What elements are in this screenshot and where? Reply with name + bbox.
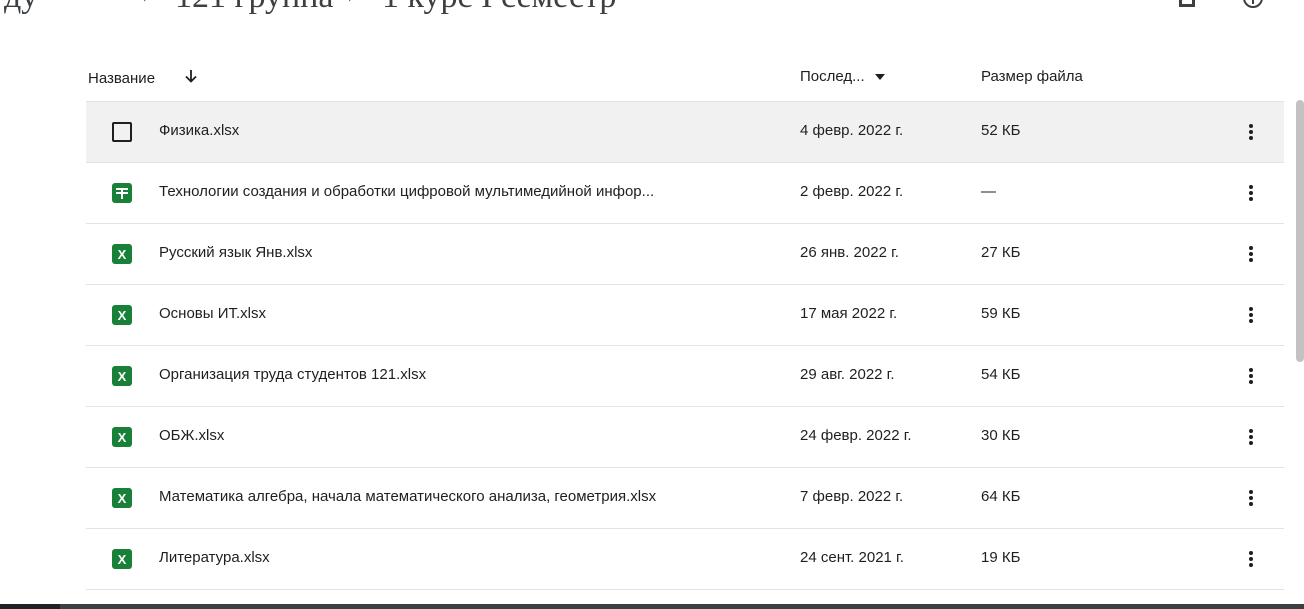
excel-icon: X [112,488,132,508]
drive-folder-page: ду › 121 группа › 1 курс I семестр Назва… [0,0,1304,609]
file-size: 54 КБ [981,366,1021,383]
file-modified: 24 февр. 2022 г. [800,427,912,444]
column-header-size-label: Размер файла [981,68,1083,85]
breadcrumb-fragment: ду [4,0,38,16]
excel-icon: X [112,549,132,569]
checkbox-icon[interactable] [112,122,132,142]
file-list: Физика.xlsx 4 февр. 2022 г. 52 КБ Технол… [86,101,1284,590]
table-row[interactable]: X ОБЖ.xlsx 24 февр. 2022 г. 30 КБ [86,407,1284,468]
breadcrumb-item-course[interactable]: 1 курс I семестр [382,0,616,16]
column-header-modified[interactable]: Послед... [800,68,885,85]
table-header: Название Послед... Размер файла [88,66,1278,90]
file-modified: 7 февр. 2022 г. [800,488,904,505]
more-vert-icon[interactable] [1242,120,1260,144]
file-modified: 4 февр. 2022 г. [800,122,904,139]
file-modified: 29 авг. 2022 г. [800,366,895,383]
file-modified: 24 сент. 2021 г. [800,549,904,566]
excel-icon: X [112,427,132,447]
chevron-right-icon: › [142,0,151,9]
file-name: Русский язык Янв.xlsx [159,244,313,261]
table-row[interactable]: X Организация труда студентов 121.xlsx 2… [86,346,1284,407]
file-size: 19 КБ [981,549,1021,566]
file-size: 52 КБ [981,122,1021,139]
breadcrumb-item-group[interactable]: 121 группа [175,0,333,16]
file-name: ОБЖ.xlsx [159,427,225,444]
file-size: 64 КБ [981,488,1021,505]
more-vert-icon[interactable] [1242,425,1260,449]
arrow-down-icon[interactable] [183,68,199,88]
excel-icon: X [112,366,132,386]
column-header-size[interactable]: Размер файла [981,68,1083,85]
file-name: Технологии создания и обработки цифровой… [159,183,655,200]
grid-view-icon[interactable] [1176,0,1198,12]
column-header-modified-label: Послед... [800,68,865,85]
excel-icon: X [112,305,132,325]
file-name: Организация труда студентов 121.xlsx [159,366,427,383]
file-name: Основы ИТ.xlsx [159,305,266,322]
more-vert-icon[interactable] [1242,547,1260,571]
chevron-right-icon: › [347,0,356,9]
table-row[interactable]: X Основы ИТ.xlsx 17 мая 2022 г. 59 КБ [86,285,1284,346]
vertical-scrollbar[interactable] [1296,100,1304,362]
excel-icon: X [112,244,132,264]
table-row[interactable]: X Математика алгебра, начала математичес… [86,468,1284,529]
more-vert-icon[interactable] [1242,486,1260,510]
breadcrumb: ду › 121 группа › 1 курс I семестр [0,0,1304,22]
file-size: 30 КБ [981,427,1021,444]
table-row[interactable]: X Русский язык Янв.xlsx 26 янв. 2022 г. … [86,224,1284,285]
more-vert-icon[interactable] [1242,364,1260,388]
column-header-name-label: Название [88,69,156,87]
caret-down-icon [874,73,885,80]
more-vert-icon[interactable] [1242,181,1260,205]
file-modified: 26 янв. 2022 г. [800,244,899,261]
column-header-name[interactable]: Название [88,68,199,88]
file-list-card: Название Послед... Размер файла Физика.x… [60,20,1304,590]
file-modified: 2 февр. 2022 г. [800,183,904,200]
file-modified: 17 мая 2022 г. [800,305,898,322]
file-name: Математика алгебра, начала математическо… [159,488,657,505]
file-name: Физика.xlsx [159,122,240,139]
file-size: 59 КБ [981,305,1021,322]
google-sheets-icon [112,183,132,203]
table-row[interactable]: X Литература.xlsx 24 сент. 2021 г. 19 КБ [86,529,1284,590]
taskbar-edge [0,604,1304,609]
top-toolbar [1176,0,1264,20]
table-row[interactable]: Технологии создания и обработки цифровой… [86,163,1284,224]
file-size: 27 КБ [981,244,1021,261]
file-name: Литература.xlsx [159,549,270,566]
info-icon[interactable] [1242,0,1264,12]
file-size: — [981,183,996,200]
table-row[interactable]: Физика.xlsx 4 февр. 2022 г. 52 КБ [86,101,1284,163]
more-vert-icon[interactable] [1242,303,1260,327]
more-vert-icon[interactable] [1242,242,1260,266]
